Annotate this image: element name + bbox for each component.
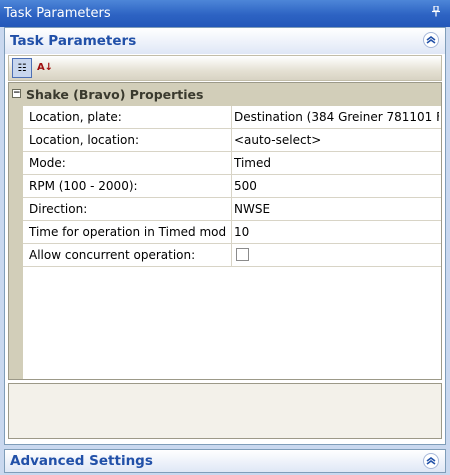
category-label: Shake (Bravo) Properties <box>26 87 204 102</box>
property-value[interactable] <box>234 244 439 266</box>
property-value[interactable]: 500 <box>234 175 439 197</box>
property-key: Mode: <box>23 152 232 174</box>
grid-gutter <box>9 106 23 379</box>
property-key: Location, plate: <box>23 106 232 128</box>
sort-alphabetical-button[interactable]: A↓ <box>35 58 55 78</box>
advanced-settings-title: Advanced Settings <box>10 453 153 469</box>
property-value[interactable]: Timed <box>234 152 439 174</box>
property-value[interactable]: <auto-select> <box>234 129 439 151</box>
property-description-area <box>8 383 442 439</box>
task-parameters-header[interactable]: Task Parameters <box>5 28 445 54</box>
property-row-allow-concurrent[interactable]: Allow concurrent operation: <box>23 244 441 267</box>
sort-az-icon: A↓ <box>36 62 54 73</box>
property-value[interactable]: NWSE <box>234 198 439 220</box>
property-key: Allow concurrent operation: <box>23 244 232 266</box>
categorized-view-button[interactable]: ☷ <box>12 58 32 78</box>
property-row-location-location[interactable]: Location, location: <auto-select> <box>23 129 441 152</box>
category-header[interactable]: − Shake (Bravo) Properties <box>9 83 441 106</box>
window-title: Task Parameters <box>4 6 111 21</box>
property-row-direction[interactable]: Direction: NWSE <box>23 198 441 221</box>
property-row-mode[interactable]: Mode: Timed <box>23 152 441 175</box>
property-grid: − Shake (Bravo) Properties Location, pla… <box>8 82 442 380</box>
property-row-time[interactable]: Time for operation in Timed mod 10 <box>23 221 441 244</box>
allow-concurrent-checkbox[interactable] <box>236 248 249 261</box>
pin-icon[interactable] <box>430 0 442 27</box>
property-key: Direction: <box>23 198 232 220</box>
task-parameters-title: Task Parameters <box>10 33 137 49</box>
double-chevron-up-icon[interactable] <box>423 32 439 48</box>
property-row-location-plate[interactable]: Location, plate: Destination (384 Greine… <box>23 106 441 129</box>
collapse-icon[interactable]: − <box>12 89 21 98</box>
property-key: Location, location: <box>23 129 232 151</box>
categorized-view-icon: ☷ <box>17 63 27 74</box>
property-grid-toolbar: ☷ A↓ <box>8 55 442 81</box>
property-value[interactable]: Destination (384 Greiner 781101 F <box>234 106 439 128</box>
property-key: RPM (100 - 2000): <box>23 175 232 197</box>
window-titlebar: Task Parameters <box>0 0 450 27</box>
double-chevron-up-icon[interactable] <box>423 453 439 469</box>
property-key: Time for operation in Timed mod <box>23 221 232 243</box>
property-row-rpm[interactable]: RPM (100 - 2000): 500 <box>23 175 441 198</box>
task-parameters-panel: Task Parameters ☷ A↓ − Shake (Bravo) Pro… <box>4 27 446 445</box>
property-value[interactable]: 10 <box>234 221 439 243</box>
advanced-settings-header[interactable]: Advanced Settings <box>4 449 446 473</box>
